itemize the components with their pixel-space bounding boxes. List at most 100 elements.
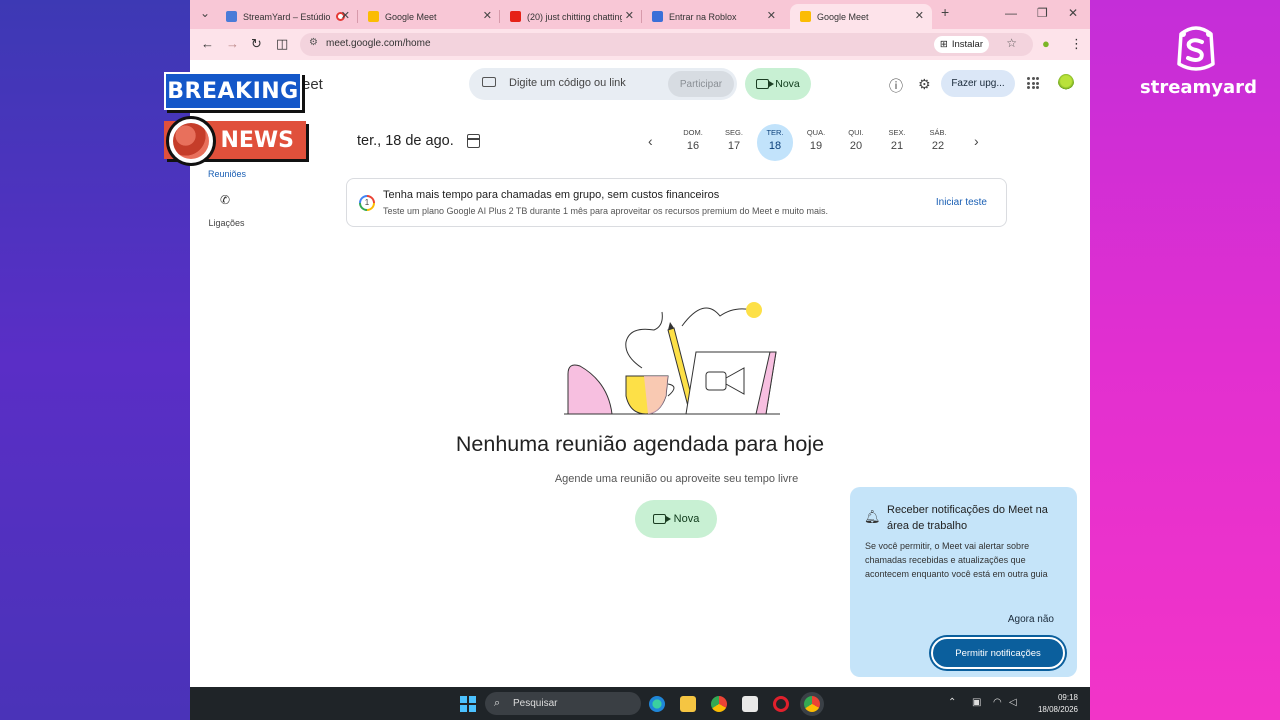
breaking-news-banner: BREAKING xyxy=(164,72,302,110)
prev-week-chevron-icon[interactable]: ‹ xyxy=(648,133,653,149)
streamyard-logo-icon xyxy=(1177,26,1215,71)
day-number: 22 xyxy=(931,140,945,152)
close-window-button[interactable]: ✕ xyxy=(1068,6,1078,20)
empty-state-title: Nenhuma reunião agendada para hoje xyxy=(455,432,825,456)
date-title: ter., 18 de ago. xyxy=(357,133,454,149)
not-now-button[interactable]: Agora não xyxy=(1008,614,1054,625)
close-tab-icon[interactable]: ✕ xyxy=(625,9,634,22)
notification-title: Receber notificações do Meet na área de … xyxy=(887,504,1048,532)
day-saturday[interactable]: SÁB. 22 xyxy=(920,124,956,152)
notification-permission-popup: 🔔︎ Receber notificações do Meet na área … xyxy=(850,487,1077,677)
next-week-chevron-icon[interactable]: › xyxy=(974,133,979,149)
help-icon[interactable]: ⓘ xyxy=(889,76,903,96)
url-text: meet.google.com/home xyxy=(326,38,431,49)
reload-button[interactable]: ↻ xyxy=(251,36,262,52)
system-clock[interactable]: 09:18 18/08/2026 xyxy=(1028,692,1078,716)
file-explorer-icon[interactable] xyxy=(680,696,696,712)
opera-icon[interactable] xyxy=(773,696,789,712)
close-tab-icon[interactable]: ✕ xyxy=(483,9,492,22)
profile-icon[interactable]: ● xyxy=(1042,36,1050,51)
search-icon: ⌕ xyxy=(494,697,501,709)
start-trial-link[interactable]: Iniciar teste xyxy=(936,197,987,208)
chrome-icon[interactable] xyxy=(711,696,727,712)
tab-streamyard[interactable]: StreamYard – Estúdio ✕ xyxy=(216,4,358,29)
browser-toolbar: ← → ↻ ◫ ⚙ meet.google.com/home ⊞ Instala… xyxy=(190,29,1090,60)
install-label: Instalar xyxy=(951,39,983,50)
sidebar-item-meetings[interactable]: Reuniões xyxy=(208,169,246,179)
new-meeting-button-large[interactable]: Nova xyxy=(635,500,717,538)
meet-header: eet Digite um código ou link Participar … xyxy=(190,60,1090,110)
meet-favicon-icon xyxy=(368,11,379,22)
minimize-button[interactable]: — xyxy=(1005,6,1017,20)
day-friday[interactable]: SEX. 21 xyxy=(879,124,915,152)
day-name: QUI. xyxy=(848,128,864,137)
tab-search-icon[interactable]: ⌄ xyxy=(200,6,210,20)
settings-gear-icon[interactable]: ⚙ xyxy=(918,76,931,93)
background-right xyxy=(1090,0,1280,720)
calendar-icon[interactable] xyxy=(467,134,480,148)
tab-google-meet[interactable]: Google Meet ✕ xyxy=(358,4,500,29)
day-number: 18 xyxy=(768,140,782,152)
install-button[interactable]: ⊞ Instalar xyxy=(933,36,989,53)
forward-button[interactable]: → xyxy=(226,36,239,51)
tab-roblox[interactable]: Entrar na Roblox ✕ xyxy=(642,4,784,29)
phone-icon[interactable]: ✆ xyxy=(220,193,230,207)
day-number: 21 xyxy=(890,140,904,152)
join-code-input[interactable]: Digite um código ou link Participar xyxy=(469,68,737,100)
site-info-icon[interactable]: ⚙ xyxy=(309,37,318,48)
taskbar-search-placeholder: Pesquisar xyxy=(513,698,558,709)
day-thursday[interactable]: QUI. 20 xyxy=(838,124,874,152)
day-monday[interactable]: SEG. 17 xyxy=(716,124,752,152)
address-bar[interactable]: ⚙ meet.google.com/home ⊞ Instalar ☆ xyxy=(300,33,1033,56)
promo-body: Teste um plano Google AI Plus 2 TB duran… xyxy=(383,206,829,216)
volume-icon[interactable]: ◁ xyxy=(1009,697,1017,708)
google-apps-icon[interactable] xyxy=(1027,77,1039,89)
tray-app-icon[interactable]: ▣ xyxy=(972,697,981,708)
wifi-icon[interactable]: ◠ xyxy=(993,697,1002,708)
tab-label: StreamYard – Estúdio xyxy=(243,11,331,22)
bookmark-star-icon[interactable]: ☆ xyxy=(1006,36,1017,50)
install-icon: ⊞ xyxy=(939,39,948,50)
upgrade-button[interactable]: Fazer upg... xyxy=(941,70,1015,97)
tab-youtube[interactable]: (20) just chitting chatting ✕ xyxy=(500,4,642,29)
edge-icon[interactable] xyxy=(649,696,665,712)
chrome-active-icon[interactable] xyxy=(804,696,820,712)
day-name: DOM. xyxy=(683,128,703,137)
account-avatar[interactable] xyxy=(1058,74,1074,92)
close-tab-icon[interactable]: ✕ xyxy=(767,9,776,22)
promo-title: Tenha mais tempo para chamadas em grupo,… xyxy=(383,189,720,201)
taskbar-search[interactable]: ⌕ Pesquisar xyxy=(485,692,641,715)
allow-notifications-button[interactable]: Permitir notificações xyxy=(931,637,1065,669)
tab-google-meet-active[interactable]: Google Meet ✕ xyxy=(790,4,932,29)
new-meeting-label: Nova xyxy=(673,513,700,525)
day-name: SEG. xyxy=(725,128,743,137)
new-meeting-button[interactable]: Nova xyxy=(745,68,811,100)
day-sunday[interactable]: DOM. 16 xyxy=(675,124,711,152)
windows-start-icon[interactable] xyxy=(460,696,476,712)
day-name: SEX. xyxy=(888,128,906,137)
restore-button[interactable]: ❐ xyxy=(1037,6,1048,20)
tab-label: Entrar na Roblox xyxy=(669,11,737,22)
day-wednesday[interactable]: QUA. 19 xyxy=(798,124,834,152)
globe-icon xyxy=(166,116,216,166)
tab-label: (20) just chitting chatting xyxy=(527,11,622,22)
menu-kebab-icon[interactable]: ⋮ xyxy=(1070,36,1083,52)
day-name: TER. xyxy=(766,128,784,137)
day-number: 17 xyxy=(727,140,741,152)
close-tab-icon[interactable]: ✕ xyxy=(341,9,350,22)
new-tab-button[interactable]: + xyxy=(941,4,949,20)
join-button[interactable]: Participar xyxy=(668,71,734,97)
close-tab-icon[interactable]: ✕ xyxy=(915,9,924,22)
side-panel-button[interactable]: ◫ xyxy=(276,36,288,52)
sidebar-item-calls[interactable]: Ligações xyxy=(208,218,245,228)
video-camera-icon xyxy=(652,514,671,524)
day-name: SÁB. xyxy=(929,128,947,137)
tab-label: Google Meet xyxy=(817,11,869,22)
empty-state-subtitle: Agende uma reunião ou aproveite seu temp… xyxy=(554,473,799,485)
store-icon[interactable] xyxy=(742,696,758,712)
promo-banner: Tenha mais tempo para chamadas em grupo,… xyxy=(346,178,1007,227)
back-button[interactable]: ← xyxy=(201,36,214,51)
notification-body: Se você permitir, o Meet vai alertar sob… xyxy=(865,541,1048,579)
tray-overflow-icon[interactable]: ⌃ xyxy=(948,697,956,708)
day-tuesday-today[interactable]: TER. 18 xyxy=(757,124,793,161)
